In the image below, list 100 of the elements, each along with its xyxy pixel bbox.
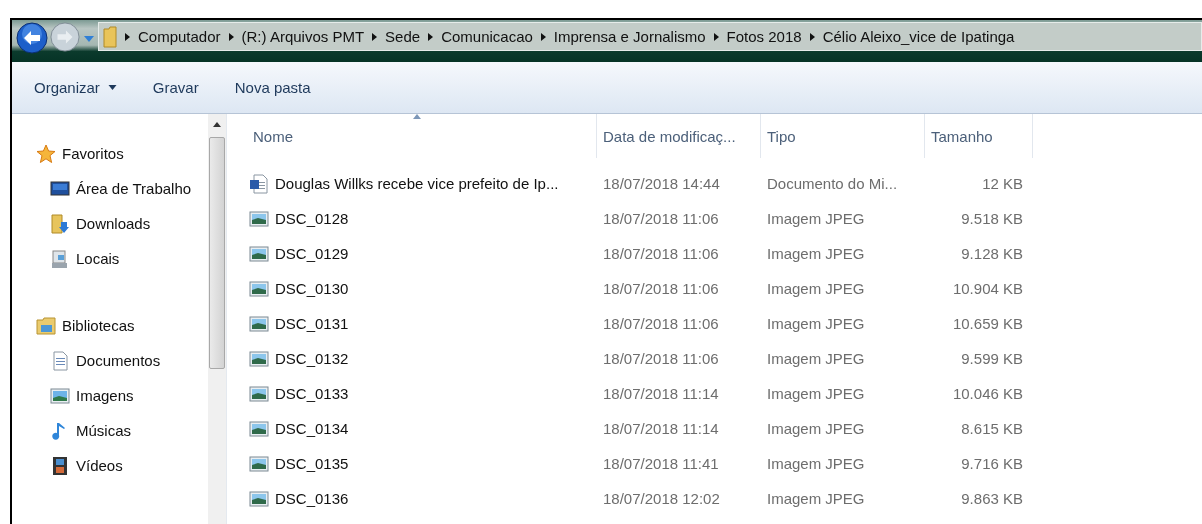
forward-button[interactable] [50,22,80,52]
file-name: DSC_0136 [275,490,349,507]
image-file-icon [249,208,269,229]
type-cell-text: Imagem JPEG [766,350,866,367]
breadcrumb-item[interactable]: Comunicacao [441,28,533,45]
type-cell-text: Imagem JPEG [766,210,866,227]
file-name: DSC_0129 [275,245,349,262]
breadcrumb-item[interactable]: Célio Aleixo_vice de Ipatinga [822,28,1015,45]
downloads-icon [50,213,70,234]
size-cell-text: 9.863 KB [960,490,1024,507]
file-row[interactable]: DSC_0136 18/07/2018 12:02 Imagem JPEG 9.863 KB [247,481,1202,516]
sidebar-item[interactable]: Imagens [12,378,208,413]
image-file-icon [249,383,269,404]
date-cell-text: 18/07/2018 11:06 [602,245,720,262]
places-icon [50,248,70,269]
column-header-name[interactable]: Nome [247,114,597,158]
image-file-icon [249,348,269,369]
chevron-icon[interactable] [809,32,815,41]
file-name: DSC_0134 [275,420,349,437]
file-name: DSC_0133 [275,385,349,402]
date-cell-text: 18/07/2018 12:02 [602,490,721,507]
size-cell-text: 10.904 KB [951,280,1024,297]
file-row[interactable]: Douglas Willks recebe vice prefeito de Ip... 18/07/2018 14:44 Documento do Mi... 12 KB [247,166,1202,201]
file-row[interactable]: DSC_0132 18/07/2018 11:06 Imagem JPEG 9.599 KB [247,341,1202,376]
address-bar[interactable]: Computador (R:) Arquivos PMT Sede Comunicacao Imprensa e Jornalismo Fotos 2018 Célio Aleixo_vice de Ipatinga [98,22,1202,51]
sidebar-item[interactable]: Favoritos [12,136,208,171]
sidebar-item[interactable]: Documentos [12,343,208,378]
chevron-icon[interactable] [540,32,546,41]
scroll-thumb[interactable] [209,137,225,369]
images-icon [50,385,70,406]
sidebar-item[interactable]: Vídeos [12,448,208,483]
sort-arrow-icon [413,114,421,119]
file-row[interactable]: DSC_0130 18/07/2018 11:06 Imagem JPEG 10.904 KB [247,271,1202,306]
date-cell-text: 18/07/2018 11:41 [602,455,720,472]
image-file-icon [249,453,269,474]
chevron-icon[interactable] [428,32,434,41]
back-button[interactable] [16,22,48,54]
toolbar-button[interactable]: Organizar [26,75,125,100]
image-file-icon [249,278,269,299]
chevron-icon[interactable] [372,32,378,41]
toolbar-button[interactable]: Nova pasta [226,75,319,100]
sidebar-item[interactable]: Músicas [12,413,208,448]
size-cell-text: 10.046 KB [951,385,1024,402]
type-cell-text: Imagem JPEG [766,245,866,262]
document-icon [249,173,269,194]
type-cell-text: Imagem JPEG [766,385,866,402]
documents-icon [50,350,70,371]
size-cell-text: 12 KB [981,175,1024,192]
column-header-type[interactable]: Tipo [761,114,925,158]
breadcrumb-item[interactable]: Sede [385,28,421,45]
breadcrumb-item[interactable]: Computador [138,28,221,45]
image-file-icon [249,313,269,334]
folder-icon [103,25,117,48]
sidebar-item[interactable]: Downloads [12,206,208,241]
date-cell-text: 18/07/2018 11:14 [602,385,720,402]
file-name: DSC_0135 [275,455,349,472]
chevron-icon[interactable] [228,32,234,41]
date-cell-text: 18/07/2018 11:06 [602,315,720,332]
breadcrumb-item[interactable]: (R:) Arquivos PMT [241,28,365,45]
scrollbar[interactable] [208,114,226,524]
size-cell-text: 9.716 KB [960,455,1024,472]
file-row[interactable]: DSC_0135 18/07/2018 11:41 Imagem JPEG 9.716 KB [247,446,1202,481]
star-icon [36,143,56,164]
image-file-icon [249,243,269,264]
image-file-icon [249,418,269,439]
file-row[interactable]: DSC_0131 18/07/2018 11:06 Imagem JPEG 10.659 KB [247,306,1202,341]
toolbar-button[interactable]: Gravar [144,75,207,100]
breadcrumb-item[interactable]: Imprensa e Jornalismo [553,28,706,45]
file-row[interactable]: DSC_0133 18/07/2018 11:14 Imagem JPEG 10.046 KB [247,376,1202,411]
type-cell-text: Imagem JPEG [766,455,866,472]
breadcrumb-item[interactable]: Fotos 2018 [726,28,802,45]
date-cell-text: 18/07/2018 14:44 [602,175,721,192]
file-name: DSC_0128 [275,210,349,227]
size-cell-text: 9.599 KB [960,350,1024,367]
type-cell-text: Imagem JPEG [766,315,866,332]
sidebar-item[interactable]: Bibliotecas [12,308,208,343]
chevron-icon[interactable] [713,32,719,41]
file-name: DSC_0132 [275,350,349,367]
scroll-up-icon[interactable] [213,122,221,127]
size-cell-text: 10.659 KB [951,315,1024,332]
size-cell-text: 9.518 KB [960,210,1024,227]
type-cell-text: Documento do Mi... [766,175,899,192]
file-row[interactable]: DSC_0129 18/07/2018 11:06 Imagem JPEG 9.128 KB [247,236,1202,271]
library-folder-icon [36,315,56,336]
chevron-icon[interactable] [125,32,130,41]
date-cell-text: 18/07/2018 11:14 [602,420,720,437]
column-header-date[interactable]: Data de modificaç... [597,114,761,158]
sidebar-item[interactable]: Área de Trabalho [12,171,208,206]
column-header-size[interactable]: Tamanho [925,114,1033,158]
caret-icon [107,85,117,90]
date-cell-text: 18/07/2018 11:06 [602,280,720,297]
image-file-icon [249,488,269,509]
file-row[interactable]: DSC_0134 18/07/2018 11:14 Imagem JPEG 8.615 KB [247,411,1202,446]
file-name: Douglas Willks recebe vice prefeito de Ip... [275,175,559,192]
videos-icon [50,455,70,476]
date-cell-text: 18/07/2018 11:06 [602,210,720,227]
file-name: DSC_0131 [275,315,349,332]
sidebar-item[interactable]: Locais [12,241,208,276]
desktop-icon [50,178,70,199]
file-row[interactable]: DSC_0128 18/07/2018 11:06 Imagem JPEG 9.518 KB [247,201,1202,236]
